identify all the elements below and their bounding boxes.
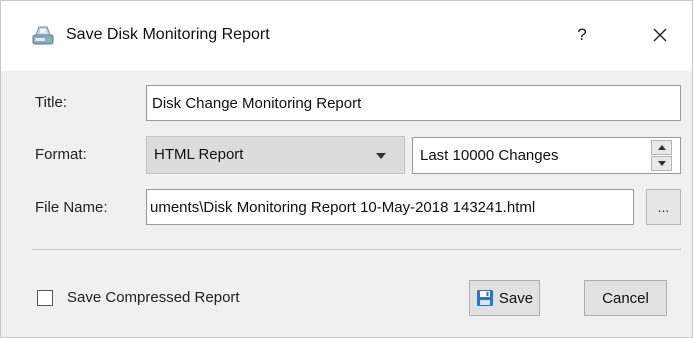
compress-checkbox-label[interactable]: Save Compressed Report [67, 289, 240, 306]
chevron-down-icon [376, 153, 386, 159]
changes-spinbox[interactable]: Last 10000 Changes [412, 137, 681, 174]
close-icon [653, 28, 667, 42]
browse-button[interactable]: ... [646, 189, 681, 225]
filename-field-label: File Name: [35, 199, 108, 216]
title-bar: Save Disk Monitoring Report ? [1, 1, 692, 71]
separator [32, 249, 681, 250]
spin-down-button[interactable] [651, 156, 672, 171]
save-button-label: Save [498, 289, 534, 307]
arrow-up-icon [658, 145, 666, 150]
disk-report-icon [31, 25, 55, 47]
format-select[interactable]: HTML Report [146, 136, 405, 174]
title-input[interactable]: Disk Change Monitoring Report [146, 85, 681, 121]
format-select-value: HTML Report [154, 146, 244, 163]
compress-checkbox[interactable] [37, 290, 53, 306]
cancel-button[interactable]: Cancel [584, 280, 667, 316]
dialog-title: Save Disk Monitoring Report [66, 26, 270, 43]
title-field-label: Title: [35, 94, 67, 111]
spin-up-button[interactable] [651, 140, 672, 155]
save-report-dialog: Save Disk Monitoring Report ? Title: Dis… [0, 0, 693, 338]
filename-input[interactable]: uments\Disk Monitoring Report 10-May-201… [146, 189, 634, 225]
format-field-label: Format: [35, 146, 87, 163]
close-button[interactable] [645, 19, 675, 51]
arrow-down-icon [658, 161, 666, 166]
floppy-disk-icon [476, 290, 493, 306]
help-button[interactable]: ? [567, 19, 597, 51]
save-button[interactable]: Save [469, 280, 540, 316]
changes-spinbox-value: Last 10000 Changes [420, 147, 559, 164]
